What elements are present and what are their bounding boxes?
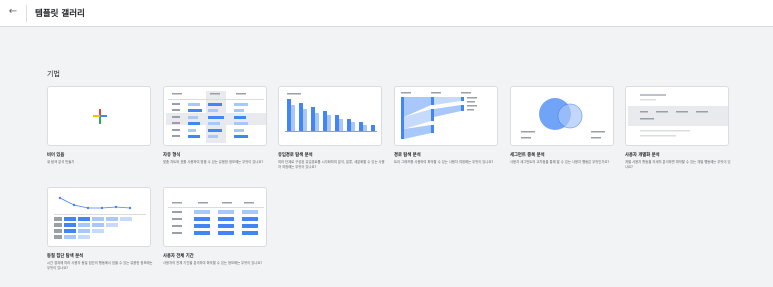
template-title: 경로 탐색 분석 bbox=[394, 153, 421, 158]
template-caption-user-explorer: 사용자 개별화 분석 개별 사용자 활동을 자세히 분석하면 파악할 수 있는 … bbox=[625, 152, 733, 169]
template-title: 사용자 개별화 분석 bbox=[625, 153, 660, 158]
template-caption-free-form: 자유 형식 맞춤 차트와 표를 사용하여 맞춤 수 있는 유용한 정보에는 무엇… bbox=[163, 152, 271, 165]
template-description: 맞춤 차트와 표를 사용하여 맞춤 수 있는 유용한 정보에는 무엇이 있나요? bbox=[163, 160, 264, 164]
page-title: 템플릿 갤러리 bbox=[35, 9, 85, 19]
back-arrow-icon[interactable]: ← bbox=[6, 5, 20, 19]
template-card-user-explorer[interactable] bbox=[625, 86, 729, 146]
section-title: 기법 bbox=[47, 70, 60, 78]
template-caption-user-lifetime: 사용자 전체 기간 사용자의 전체 기간을 분석하여 파악할 수 있는 정보에는… bbox=[163, 253, 271, 266]
template-description: 개별 사용자 활동을 자세히 분석하면 파악할 수 있는 개별 행동에는 무엇이… bbox=[625, 160, 731, 169]
template-card-cohort[interactable] bbox=[47, 187, 151, 247]
user-explorer-thumbnail bbox=[628, 94, 728, 137]
template-caption-segment-overlap: 세그먼트 중복 분석 사용자 세그먼트의 교차점을 통해 알 수 있는 사용자 … bbox=[510, 152, 618, 165]
template-description: 새 탐색 분석 만들기 bbox=[47, 160, 75, 164]
template-card-free-form[interactable] bbox=[163, 86, 267, 146]
template-description: 여러 단계로 구성된 유입경로를 시각화하여 분석, 분류, 세분화할 수 있는… bbox=[278, 160, 385, 169]
template-caption-blank: 비어 있음 새 탐색 분석 만들기 bbox=[47, 152, 155, 165]
segment-overlap-thumbnail bbox=[521, 98, 605, 139]
blank-thumbnail bbox=[93, 109, 107, 124]
user-lifetime-thumbnail bbox=[168, 202, 264, 235]
template-title: 사용자 전체 기간 bbox=[163, 254, 194, 259]
template-title: 세그먼트 중복 분석 bbox=[510, 153, 545, 158]
top-bar: ← 템플릿 갤러리 bbox=[0, 0, 773, 27]
plus-blue-bar bbox=[100, 115, 107, 117]
template-title: 유입경로 탐색 분석 bbox=[278, 153, 313, 158]
template-description: 사용자의 전체 기간을 분석하여 파악할 수 있는 정보에는 무엇이 있나요? bbox=[163, 261, 263, 265]
template-card-user-lifetime[interactable] bbox=[163, 187, 267, 247]
path-thumbnail bbox=[401, 92, 477, 139]
cohort-thumbnail bbox=[54, 196, 146, 239]
plus-red-bar bbox=[99, 109, 101, 116]
free-form-thumbnail bbox=[166, 91, 266, 143]
template-caption-path: 경로 탐색 분석 트리 그래프를 사용하여 파악할 수 있는 사용자 여정에는 … bbox=[394, 152, 502, 165]
plus-yellow-bar bbox=[93, 115, 100, 117]
template-title: 자유 형식 bbox=[163, 153, 181, 158]
template-card-blank[interactable] bbox=[47, 86, 151, 146]
template-card-funnel[interactable] bbox=[278, 86, 382, 146]
template-caption-cohort: 동질 집단 탐색 분석 시간 경과에 따라 사용자 동질 집단의 행동에서 얻을… bbox=[47, 253, 155, 270]
template-description: 트리 그래프를 사용하여 파악할 수 있는 사용자 여정에는 무엇이 있나요? bbox=[394, 160, 494, 164]
plus-green-bar bbox=[99, 117, 101, 124]
template-description: 사용자 세그먼트의 교차점을 통해 알 수 있는 사용자 행동은 무엇인가요? bbox=[510, 160, 610, 164]
template-title: 동질 집단 탐색 분석 bbox=[47, 254, 84, 259]
template-caption-funnel: 유입경로 탐색 분석 여러 단계로 구성된 유입경로를 시각화하여 분석, 분류… bbox=[278, 152, 386, 169]
funnel-thumbnail bbox=[285, 93, 377, 132]
template-card-path[interactable] bbox=[394, 86, 498, 146]
template-title: 비어 있음 bbox=[47, 153, 65, 158]
template-description: 시간 경과에 따라 사용자 동질 집단의 행동에서 얻을 수 있는 유용한 정보… bbox=[47, 261, 153, 270]
header-divider bbox=[26, 5, 27, 22]
template-card-segment-overlap[interactable] bbox=[510, 86, 614, 146]
